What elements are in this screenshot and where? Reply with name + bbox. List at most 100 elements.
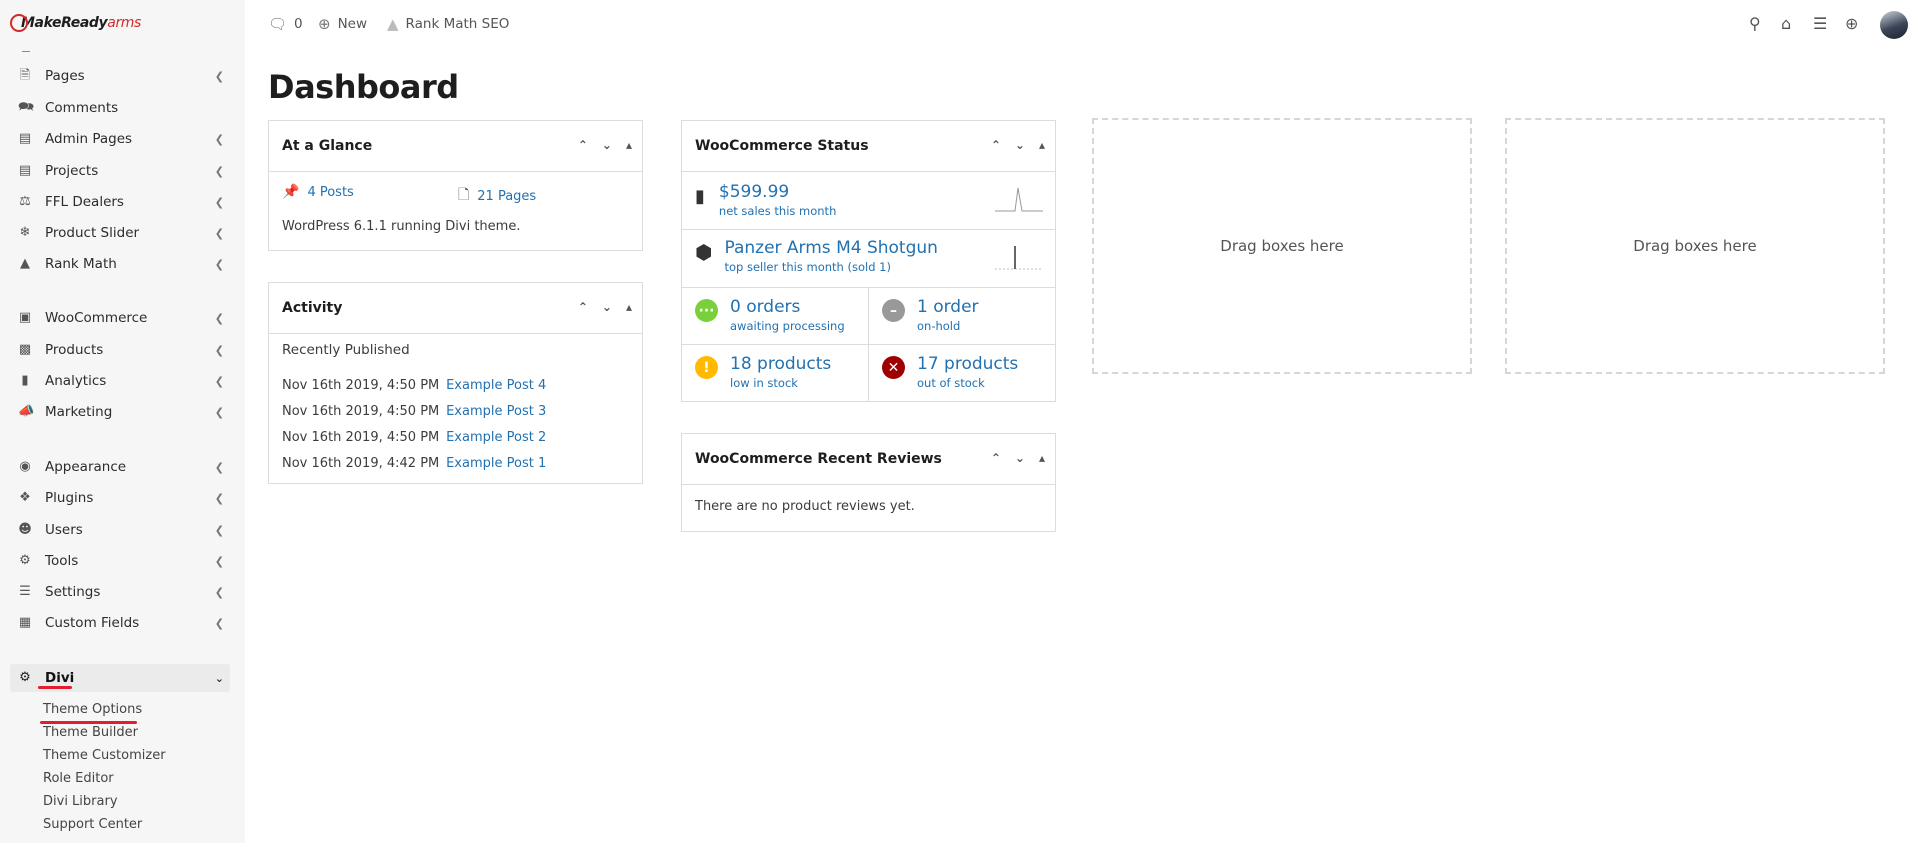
logo-circle-icon bbox=[10, 14, 28, 32]
sidebar-item-woocommerce[interactable]: ▣ WooCommerce ❮ bbox=[10, 304, 230, 332]
home-icon[interactable]: ⌂ bbox=[1781, 14, 1791, 33]
submenu-theme-builder[interactable]: Theme Builder bbox=[43, 725, 138, 740]
chevron-left-icon: ❮ bbox=[214, 164, 224, 178]
sidebar-item-products[interactable]: ▩ Products ❮ bbox=[10, 336, 230, 364]
widget-title: At a Glance bbox=[282, 138, 373, 154]
collapse-toggle-icon[interactable]: ▴ bbox=[626, 300, 632, 314]
drop-zone-column-3[interactable]: Drag boxes here bbox=[1092, 118, 1472, 374]
collapse-toggle-icon[interactable]: ▴ bbox=[1039, 138, 1045, 152]
chevron-left-icon: ❮ bbox=[214, 257, 224, 271]
activity-post-link[interactable]: Example Post 2 bbox=[446, 430, 546, 445]
pages-count-link: 21 Pages bbox=[477, 188, 537, 204]
widget-controls: ⌃ ⌄ ▴ bbox=[578, 300, 632, 314]
widget-woocommerce-reviews: WooCommerce Recent Reviews ⌃ ⌄ ▴ There a… bbox=[681, 433, 1056, 532]
move-down-icon[interactable]: ⌄ bbox=[602, 300, 612, 314]
annotation-underline-theme-options bbox=[40, 721, 137, 724]
net-sales-row[interactable]: ▮ $599.99 net sales this month bbox=[682, 172, 1055, 230]
admin-sidebar: MakeReady arms 🗎 Pages ❮ 🗪 Comments ▤ Ad… bbox=[0, 0, 245, 843]
plugin-icon: ❖ bbox=[19, 490, 31, 505]
activity-post-link[interactable]: Example Post 3 bbox=[446, 404, 546, 419]
sidebar-item-custom-fields[interactable]: ▦ Custom Fields ❮ bbox=[10, 609, 230, 637]
sidebar-item-analytics[interactable]: ▮ Analytics ❮ bbox=[10, 367, 230, 395]
submenu-theme-customizer[interactable]: Theme Customizer bbox=[43, 748, 166, 763]
submenu-theme-options[interactable]: Theme Options bbox=[43, 702, 142, 717]
sidebar-item-appearance[interactable]: ◉ Appearance ❮ bbox=[10, 453, 230, 481]
onhold-orders-cell[interactable]: – 1 order on-hold bbox=[869, 288, 1055, 345]
widget-header[interactable]: WooCommerce Status ⌃ ⌄ ▴ bbox=[682, 121, 1055, 172]
sidebar-item-rank-math[interactable]: ▲ Rank Math ❮ bbox=[10, 250, 230, 278]
sidebar-item-projects[interactable]: ▤ Projects ❮ bbox=[10, 157, 230, 185]
widget-title: WooCommerce Recent Reviews bbox=[695, 451, 942, 467]
site-logo[interactable]: MakeReady arms bbox=[10, 12, 141, 34]
collapse-toggle-icon[interactable]: ▴ bbox=[626, 138, 632, 152]
top-seller-sparkline bbox=[995, 246, 1043, 270]
sidebar-item-plugins[interactable]: ❖ Plugins ❮ bbox=[10, 484, 230, 512]
slider-icon: ❄ bbox=[19, 225, 31, 240]
product-box-icon: ⬢ bbox=[695, 240, 713, 264]
low-stock-value: 18 products bbox=[730, 354, 832, 374]
glance-posts[interactable]: 📌 4 Posts bbox=[282, 184, 354, 200]
glance-pages[interactable]: 🗋 21 Pages bbox=[458, 184, 536, 208]
move-up-icon[interactable]: ⌃ bbox=[578, 300, 588, 314]
chevron-left-icon: ❮ bbox=[214, 460, 224, 474]
topbar-comments[interactable]: 🗨 0 bbox=[268, 15, 303, 33]
move-up-icon[interactable]: ⌃ bbox=[578, 138, 588, 152]
sidebar-item-settings[interactable]: ☰ Settings ❮ bbox=[10, 578, 230, 606]
sidebar-item-label: WooCommerce bbox=[45, 310, 148, 326]
widget-title: WooCommerce Status bbox=[695, 138, 869, 154]
sidebar-item-label: FFL Dealers bbox=[45, 194, 124, 210]
sidebar-item-comments[interactable]: 🗪 Comments bbox=[10, 94, 230, 122]
move-down-icon[interactable]: ⌄ bbox=[1015, 138, 1025, 152]
widget-header[interactable]: WooCommerce Recent Reviews ⌃ ⌄ ▴ bbox=[682, 434, 1055, 485]
low-stock-cell[interactable]: ! 18 products low in stock bbox=[682, 345, 869, 401]
activity-post-link[interactable]: Example Post 4 bbox=[446, 378, 546, 393]
page-title: Dashboard bbox=[268, 68, 459, 106]
move-down-icon[interactable]: ⌄ bbox=[602, 138, 612, 152]
new-label: New bbox=[337, 16, 368, 32]
topbar-new[interactable]: ⊕ New bbox=[318, 15, 367, 33]
top-seller-row[interactable]: ⬢ Panzer Arms M4 Shotgun top seller this… bbox=[682, 230, 1055, 288]
move-up-icon[interactable]: ⌃ bbox=[991, 451, 1001, 465]
sidebar-item-product-slider[interactable]: ❄ Product Slider ❮ bbox=[10, 219, 230, 247]
submenu-support-center[interactable]: Support Center bbox=[43, 817, 142, 832]
widget-header[interactable]: At a Glance ⌃ ⌄ ▴ bbox=[269, 121, 642, 172]
drop-zone-column-4[interactable]: Drag boxes here bbox=[1505, 118, 1885, 374]
move-down-icon[interactable]: ⌄ bbox=[1015, 451, 1025, 465]
sidebar-item-marketing[interactable]: 📣 Marketing ❮ bbox=[10, 398, 230, 426]
sidebar-item-admin-pages[interactable]: ▤ Admin Pages ❮ bbox=[10, 125, 230, 153]
no-reviews-text: There are no product reviews yet. bbox=[695, 499, 915, 514]
sidebar-item-users[interactable]: ☻ Users ❮ bbox=[10, 516, 230, 544]
widget-header[interactable]: Activity ⌃ ⌄ ▴ bbox=[269, 283, 642, 334]
sidebar-item-tools[interactable]: ⚙ Tools ❮ bbox=[10, 547, 230, 575]
sidebar-item-label: Admin Pages bbox=[45, 131, 133, 147]
net-sales-value: $599.99 bbox=[718, 182, 790, 202]
submenu-divi-library[interactable]: Divi Library bbox=[43, 794, 118, 809]
chevron-left-icon: ❮ bbox=[214, 585, 224, 599]
sidebar-item-pages[interactable]: 🗎 Pages ❮ bbox=[10, 62, 230, 90]
sidebar-item-ffl-dealers[interactable]: ⚖ FFL Dealers ❮ bbox=[10, 188, 230, 216]
table-row: Nov 16th 2019, 4:50 PM Example Post 3 bbox=[282, 400, 546, 419]
avatar[interactable] bbox=[1880, 11, 1908, 39]
tools-icon: ⚙ bbox=[19, 553, 31, 568]
recently-published-heading: Recently Published bbox=[282, 342, 410, 358]
chevron-left-icon: ❮ bbox=[214, 616, 224, 630]
activity-date: Nov 16th 2019, 4:50 PM bbox=[282, 404, 440, 419]
table-row: Nov 16th 2019, 4:50 PM Example Post 2 bbox=[282, 426, 546, 445]
sidebar-item-label: Settings bbox=[45, 584, 101, 600]
chevron-left-icon: ❮ bbox=[214, 343, 224, 357]
out-of-stock-cell[interactable]: ✕ 17 products out of stock bbox=[869, 345, 1055, 401]
submenu-role-editor[interactable]: Role Editor bbox=[43, 771, 114, 786]
search-icon[interactable]: ⚲ bbox=[1749, 14, 1761, 33]
awaiting-orders-cell[interactable]: ··· 0 orders awaiting processing bbox=[682, 288, 869, 345]
widget-title: Activity bbox=[282, 300, 343, 316]
logo-text-arms: arms bbox=[107, 15, 141, 31]
drop-zone-text: Drag boxes here bbox=[1220, 237, 1344, 255]
low-stock-label: low in stock bbox=[730, 376, 798, 390]
sliders-icon[interactable]: ☰ bbox=[1813, 14, 1827, 33]
activity-post-link[interactable]: Example Post 1 bbox=[446, 456, 546, 471]
topbar-rank-math[interactable]: ▲ Rank Math SEO bbox=[387, 15, 509, 33]
rank-math-label: Rank Math SEO bbox=[405, 16, 510, 32]
collapse-toggle-icon[interactable]: ▴ bbox=[1039, 451, 1045, 465]
plus-circle-icon[interactable]: ⊕ bbox=[1845, 14, 1858, 33]
move-up-icon[interactable]: ⌃ bbox=[991, 138, 1001, 152]
